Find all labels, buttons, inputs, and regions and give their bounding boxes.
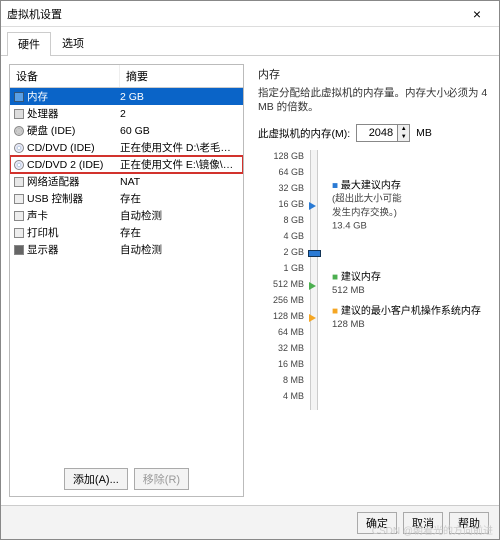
disp-icon bbox=[14, 245, 24, 255]
cpu-icon bbox=[14, 109, 24, 119]
label-max: ■ 最大建议内存 (超出此大小可能 发生内存交换。) 13.4 GB bbox=[332, 180, 402, 233]
device-name: USB 控制器 bbox=[27, 191, 83, 206]
usb-icon bbox=[14, 194, 24, 204]
prn-icon bbox=[14, 228, 24, 238]
tab-hardware[interactable]: 硬件 bbox=[7, 32, 51, 56]
scale-bar[interactable] bbox=[310, 150, 318, 410]
tab-options[interactable]: 选项 bbox=[51, 31, 95, 55]
scale-tick: 32 MB bbox=[278, 343, 304, 353]
device-name: CD/DVD (IDE) bbox=[27, 142, 95, 154]
col-device: 设备 bbox=[10, 65, 120, 87]
cd-icon bbox=[14, 160, 24, 170]
device-name: 打印机 bbox=[27, 225, 59, 240]
device-row[interactable]: CD/DVD (IDE) 正在使用文件 D:\老毛桃ISO\La... bbox=[10, 139, 243, 156]
scale-tick: 16 MB bbox=[278, 359, 304, 369]
scale-tick: 16 GB bbox=[278, 199, 304, 209]
device-row[interactable]: 内存 2 GB bbox=[10, 88, 243, 105]
device-summary: NAT bbox=[120, 176, 243, 188]
mem-icon bbox=[14, 92, 24, 102]
label-guest-min: ■ 建议的最小客户机操作系统内存 128 MB bbox=[332, 305, 481, 331]
memory-spinner[interactable]: ▲ ▼ bbox=[356, 124, 410, 142]
remove-device-button[interactable]: 移除(R) bbox=[134, 468, 189, 490]
scale-tick: 1 GB bbox=[283, 263, 304, 273]
spinner-arrows: ▲ ▼ bbox=[397, 125, 409, 141]
device-name: 硬盘 (IDE) bbox=[27, 123, 75, 138]
device-row[interactable]: 硬盘 (IDE) 60 GB bbox=[10, 122, 243, 139]
scale-tick: 128 MB bbox=[273, 311, 304, 321]
scale-tick: 128 GB bbox=[273, 151, 304, 161]
device-list-panel: 设备 摘要 内存 2 GB 处理器 2 硬盘 (IDE) 60 GB CD/DVD (IDE… bbox=[9, 64, 244, 497]
dialog-footer: 确定 取消 帮助 bbox=[1, 505, 499, 539]
marker-max-icon bbox=[309, 202, 316, 210]
ok-button[interactable]: 确定 bbox=[357, 512, 397, 534]
tab-bar: 硬件 选项 bbox=[1, 27, 499, 56]
device-summary: 正在使用文件 E:\镜像\XTC_GH... bbox=[120, 157, 243, 172]
device-name: 处理器 bbox=[27, 106, 59, 121]
memory-scale: 128 GB 64 GB 32 GB 16 GB 8 GB 4 GB 2 GB 1 GB 512… bbox=[258, 150, 491, 410]
disk-icon bbox=[14, 126, 24, 136]
device-summary: 60 GB bbox=[120, 125, 243, 137]
device-summary: 2 bbox=[120, 108, 243, 120]
device-summary: 2 GB bbox=[120, 91, 243, 103]
spinner-up-icon[interactable]: ▲ bbox=[398, 125, 409, 133]
scale-tick: 256 MB bbox=[273, 295, 304, 305]
device-name: 显示器 bbox=[27, 242, 59, 257]
device-row[interactable]: 处理器 2 bbox=[10, 105, 243, 122]
scale-tick: 64 GB bbox=[278, 167, 304, 177]
device-grid-body: 内存 2 GB 处理器 2 硬盘 (IDE) 60 GB CD/DVD (IDE) 正在使用文… bbox=[10, 88, 243, 462]
add-device-button[interactable]: 添加(A)... bbox=[64, 468, 128, 490]
net-icon bbox=[14, 177, 24, 187]
device-row[interactable]: 声卡 自动检测 bbox=[10, 207, 243, 224]
device-name: 声卡 bbox=[27, 208, 48, 223]
scale-ticks: 128 GB 64 GB 32 GB 16 GB 8 GB 4 GB 2 GB 1 GB 512… bbox=[258, 150, 310, 410]
memory-desc: 指定分配给此虚拟机的内存量。内存大小必须为 4 MB 的倍数。 bbox=[258, 86, 491, 114]
dialog-body: 设备 摘要 内存 2 GB 处理器 2 硬盘 (IDE) 60 GB CD/DVD (IDE… bbox=[1, 56, 499, 505]
device-name: 网络适配器 bbox=[27, 174, 80, 189]
device-row[interactable]: CD/DVD 2 (IDE) 正在使用文件 E:\镜像\XTC_GH... bbox=[10, 156, 243, 173]
memory-unit: MB bbox=[416, 127, 432, 139]
scale-tick: 64 MB bbox=[278, 327, 304, 337]
scale-tick: 8 MB bbox=[283, 375, 304, 385]
cancel-button[interactable]: 取消 bbox=[403, 512, 443, 534]
device-row[interactable]: 显示器 自动检测 bbox=[10, 241, 243, 258]
device-row[interactable]: USB 控制器 存在 bbox=[10, 190, 243, 207]
help-button[interactable]: 帮助 bbox=[449, 512, 489, 534]
snd-icon bbox=[14, 211, 24, 221]
scale-tick: 512 MB bbox=[273, 279, 304, 289]
vm-settings-window: 虚拟机设置 × 硬件 选项 设备 摘要 内存 2 GB 处理器 2 硬盘 (IDE) 60… bbox=[0, 0, 500, 540]
scale-tick: 4 GB bbox=[283, 231, 304, 241]
device-row[interactable]: 打印机 存在 bbox=[10, 224, 243, 241]
memory-input[interactable] bbox=[357, 125, 397, 141]
device-summary: 自动检测 bbox=[120, 242, 243, 257]
memory-field-row: 此虚拟机的内存(M): ▲ ▼ MB bbox=[258, 124, 491, 142]
device-grid-header: 设备 摘要 bbox=[10, 65, 243, 88]
memory-heading: 内存 bbox=[258, 66, 491, 82]
device-name: CD/DVD 2 (IDE) bbox=[27, 159, 103, 171]
titlebar: 虚拟机设置 × bbox=[1, 1, 499, 27]
marker-guest-min-icon bbox=[309, 314, 316, 322]
device-buttons: 添加(A)... 移除(R) bbox=[10, 462, 243, 496]
memory-panel: 内存 指定分配给此虚拟机的内存量。内存大小必须为 4 MB 的倍数。 此虚拟机的… bbox=[252, 64, 491, 497]
memory-field-label: 此虚拟机的内存(M): bbox=[258, 126, 350, 141]
scale-tick: 8 GB bbox=[283, 215, 304, 225]
device-row[interactable]: 网络适配器 NAT bbox=[10, 173, 243, 190]
scale-tick: 32 GB bbox=[278, 183, 304, 193]
spinner-down-icon[interactable]: ▼ bbox=[398, 133, 409, 141]
scale-tick: 4 MB bbox=[283, 391, 304, 401]
window-title: 虚拟机设置 bbox=[7, 6, 461, 22]
device-summary: 正在使用文件 D:\老毛桃ISO\La... bbox=[120, 140, 243, 155]
device-name: 内存 bbox=[27, 89, 48, 104]
device-summary: 自动检测 bbox=[120, 208, 243, 223]
col-summary: 摘要 bbox=[120, 65, 243, 87]
device-summary: 存在 bbox=[120, 191, 243, 206]
close-icon[interactable]: × bbox=[461, 6, 493, 22]
scale-tick: 2 GB bbox=[283, 247, 304, 257]
device-summary: 存在 bbox=[120, 225, 243, 240]
label-recommended: ■ 建议内存 512 MB bbox=[332, 271, 381, 297]
cd-icon bbox=[14, 143, 24, 153]
scale-labels: ■ 最大建议内存 (超出此大小可能 发生内存交换。) 13.4 GB ■ 建议内… bbox=[318, 150, 491, 410]
marker-recommended-icon bbox=[309, 282, 316, 290]
